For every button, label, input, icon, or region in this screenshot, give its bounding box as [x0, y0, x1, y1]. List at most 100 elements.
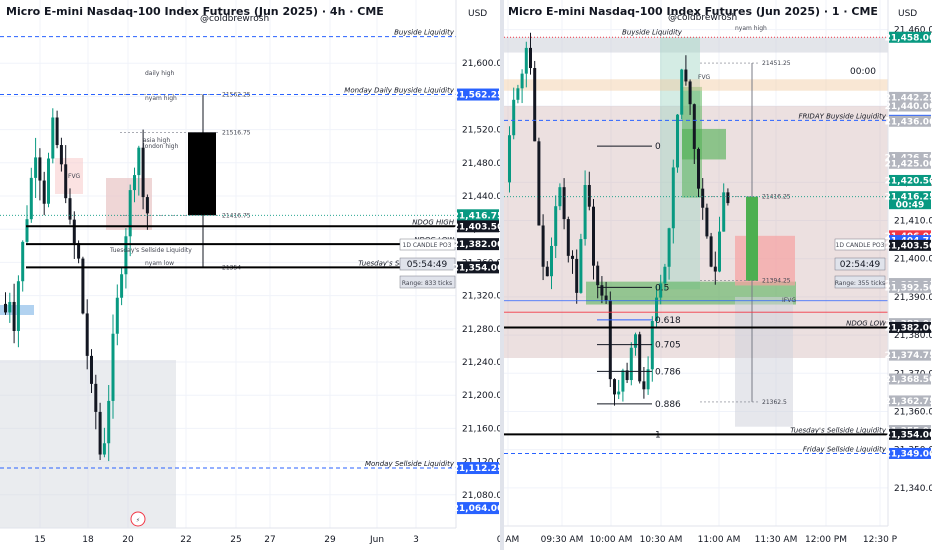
left-small-label-0: daily high — [145, 70, 175, 77]
po3-level-label-2: 21416.75 — [222, 212, 251, 219]
left-candle-body-12 — [55, 117, 59, 146]
right-xtick-label-3: 10:30 AM — [640, 535, 683, 545]
left-candle-body-2 — [12, 301, 16, 331]
fib-label-1: 0.5 — [655, 283, 669, 293]
left-candle-body-19 — [85, 313, 89, 356]
right-candle-body-18 — [583, 184, 587, 240]
left-candle-body-11 — [51, 117, 55, 159]
right-candle-body-45 — [697, 148, 700, 189]
left-candle-body-9 — [42, 180, 46, 204]
right-candle-box-title: 1D CANDLE PO3 — [836, 242, 885, 249]
left-candle-body-29 — [128, 190, 132, 237]
left-candle-body-28 — [124, 236, 128, 275]
right-price-tag-label-0: 21,458.00 — [885, 33, 932, 43]
right-candle-body-49 — [713, 266, 717, 272]
chart-canvas[interactable]: 21562.2521516.7521416.7521354Buyside Liq… — [0, 0, 932, 550]
right-price-tag-label-18: 21,368.50 — [885, 375, 932, 385]
right-price-tag-label-17: 21,374.75 — [885, 351, 932, 361]
po3-level-label-1: 21516.75 — [222, 129, 251, 136]
left-candle-body-7 — [34, 157, 38, 178]
pane-divider[interactable] — [500, 0, 504, 550]
right-candle-body-26 — [617, 391, 621, 395]
right-candle-body-20 — [592, 206, 595, 266]
right-po3-level-label-0: 21451.25 — [762, 60, 791, 67]
left-level-label-1: Monday Daily Buyside Liquidity — [344, 87, 455, 95]
left-currency-label: USD — [468, 9, 487, 19]
left-small-label-5: nyam low — [145, 260, 174, 267]
left-xtick-label-6: 29 — [324, 535, 336, 545]
right-candle-body-50 — [718, 231, 721, 272]
right-chart-title: Micro E-mini Nasdaq-100 Index Futures (J… — [508, 5, 878, 18]
candle-box-range: Range: 833 ticks — [402, 280, 452, 287]
fib-label-3: 0.705 — [655, 341, 681, 351]
right-candle-body-19 — [587, 184, 591, 207]
left-candle-body-33 — [145, 197, 149, 214]
left-xtick-label-5: 27 — [264, 535, 275, 545]
right-candle-body-31 — [638, 334, 642, 382]
right-xtick-label-2: 10:00 AM — [590, 535, 633, 545]
right-po3-level-label-3: 21362.5 — [762, 399, 787, 406]
left-price-tag-label-4: 21,354.00 — [453, 263, 504, 273]
right-candle-body-0 — [508, 135, 511, 183]
right-candle-body-6 — [533, 68, 537, 142]
left-candle-body-26 — [115, 297, 119, 334]
left-candle-body-10 — [47, 158, 50, 204]
left-candle-body-14 — [64, 164, 68, 199]
left-xtick-label-4: 25 — [230, 535, 241, 545]
candle-box-timer: 05:54:49 — [407, 260, 448, 270]
right-candle-body-2 — [516, 88, 520, 100]
left-candle-body-6 — [29, 177, 33, 220]
lightning-glyph: ⚡ — [136, 517, 140, 524]
left-small-label-3: london high — [143, 143, 179, 150]
left-xtick-label-3: 22 — [180, 535, 191, 545]
green-fvg-zone — [682, 128, 726, 160]
left-time-axis[interactable] — [0, 528, 500, 550]
left-price-tag-label-0: 21,562.25 — [453, 91, 504, 101]
right-price-tag-label-4: 21,436.00 — [885, 117, 932, 127]
right-xtick-label-4: 11:00 AM — [698, 535, 741, 545]
right-candle-body-44 — [692, 104, 696, 149]
right-currency-label: USD — [898, 9, 917, 19]
fib-label-0: 0 — [655, 142, 661, 152]
left-candle-body-25 — [111, 333, 115, 401]
left-xtick-label-2: 20 — [122, 535, 134, 545]
right-po3-body — [746, 196, 758, 281]
right-xtick-label-5: 11:30 AM — [755, 535, 798, 545]
left-chart-pane[interactable]: 21562.2521516.7521416.7521354Buyside Liq… — [0, 0, 508, 550]
right-candle-body-43 — [688, 81, 692, 105]
right-ytick-label-10: 21,340.00 — [894, 484, 932, 494]
right-candle-box-timer: 02:54:49 — [840, 260, 881, 270]
left-small-label-6: FVG — [68, 173, 81, 180]
right-candle-body-7 — [537, 141, 541, 226]
fib-label-2: 0.618 — [655, 316, 681, 326]
right-price-tag-label-6: 21,425.00 — [885, 159, 932, 169]
right-candle-body-22 — [600, 285, 604, 296]
right-xtick-label-7: 12:30 P — [863, 535, 898, 545]
right-price-tag-sub-8: 00:49 — [896, 201, 925, 211]
left-candle-body-17 — [77, 243, 81, 259]
right-candle-body-1 — [512, 99, 516, 136]
left-candle-body-4 — [21, 241, 25, 282]
left-candle-body-23 — [102, 443, 106, 455]
left-candle-body-13 — [59, 145, 63, 165]
right-po3-level-label-1: 21416.25 — [762, 194, 791, 201]
right-candle-body-42 — [684, 69, 688, 82]
right-price-tag-label-14: 21,392.50 — [885, 283, 932, 293]
discount-zone — [0, 360, 176, 530]
right-candle-body-3 — [520, 73, 524, 89]
right-chart-pane[interactable]: 21451.25 21416.25 21394.25 21362.5 0 0.5 0.618… — [497, 0, 932, 550]
left-candle-body-30 — [133, 175, 136, 191]
right-candle-body-4 — [524, 47, 528, 74]
right-level-label-4: Friday Sellside Liquidity — [803, 445, 887, 453]
right-candle-body-41 — [680, 69, 684, 115]
left-xtick-label-0: 15 — [34, 535, 45, 545]
right-small-label-1: FVG — [698, 74, 711, 81]
left-price-tag-label-2: 21,403.50 — [453, 222, 504, 232]
right-price-tag-label-22: 21,349.00 — [885, 449, 932, 459]
left-xtick-label-7: Jun — [369, 535, 384, 545]
left-chart-title: Micro E-mini Nasdaq-100 Index Futures (J… — [6, 5, 384, 18]
left-candle-body-0 — [4, 303, 7, 313]
right-candle-box-range: Range: 355 ticks — [835, 280, 885, 287]
right-price-tag-label-2: 21,440.00 — [885, 102, 932, 112]
fib-label-5: 0.886 — [655, 400, 681, 410]
